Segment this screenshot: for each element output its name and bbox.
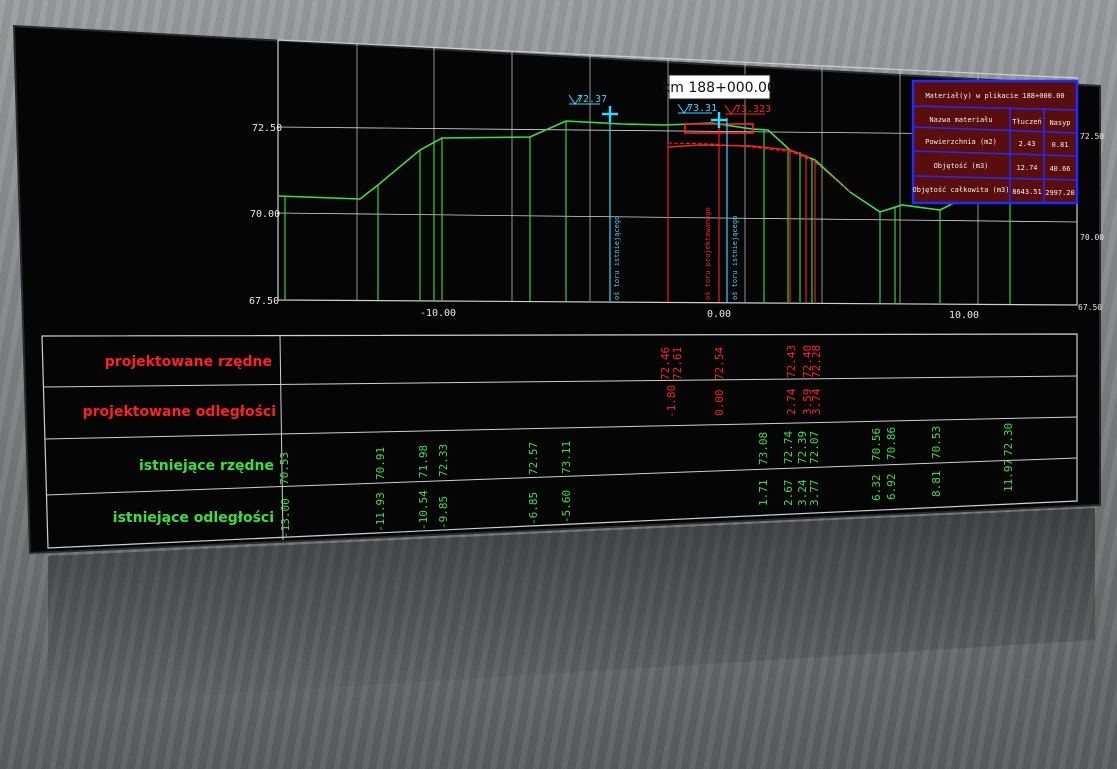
x-label-0: 0.00 [707,309,731,320]
band-label-projected-distances: projektowane odległości [83,404,276,420]
proj-elev-3: 72.54 [713,347,726,380]
axis-label-projected: oś toru projektowanego [704,207,712,300]
exist-dist-7: 1.71 [757,480,770,507]
exist-elev-2: 70.91 [374,447,387,480]
x-label-10: 10.00 [949,310,979,321]
table-row3-name: Objętość całkowita (m3) [913,186,1010,194]
band-label-existing-elevations: istniejące rzędne [139,458,274,474]
marker-73-31-label: 73.31 [687,103,717,114]
table-title: Materiał(y) w plikacie 188+000.00 [925,92,1064,100]
exist-elev-5: 72.57 [527,442,540,475]
exist-elev-6: 73.11 [560,441,573,474]
marker-72-37-label: 72.37 [577,94,607,105]
materials-table: Materiał(y) w plikacie 188+000.00 Nazwa … [911,79,1079,205]
proj-dist-5: 3.74 [810,388,823,415]
table-header-col1: Tłuczeń [1012,118,1042,126]
exist-dist-8: 2.67 [782,480,795,507]
x-label-minus-10: -10.00 [420,308,456,319]
exist-elev-3: 71.98 [417,445,430,478]
profile-board: 72.37 73.31 73.323 km 188+000.00 oś toru… [12,24,1104,705]
exist-dist-2: -11.93 [374,492,387,532]
exist-elev-14: 72.30 [1002,423,1015,456]
table-header-name: Nazwa materiału [929,116,992,124]
exist-elev-4: 72.33 [437,444,450,477]
exist-dist-10: 3.77 [808,480,821,507]
table-header-col2: Nasyp [1049,119,1070,127]
exist-elev-8: 72.74 [782,431,795,464]
station-label: km 188+000.00 [662,80,776,96]
table-row3-col1: 8643.51 [1012,188,1042,196]
exist-elev-13: 70.53 [930,426,943,459]
y-label-72-50: 72.50 [252,123,282,134]
exist-elev-12: 70.86 [885,427,898,460]
marker-73-323-label: 73.323 [735,104,771,115]
proj-dist-3: 2.74 [785,388,798,415]
y-label-70-00: 70.00 [250,209,280,220]
table-row2-name: Objętość (m3) [934,162,989,170]
band-label-existing-distances: istniejące odległości [113,510,274,526]
exist-elev-10: 72.07 [808,431,821,464]
proj-dist-1: -1.80 [665,385,678,418]
exist-dist-4: -9.85 [437,496,450,529]
y-label-67-50: 67.50 [249,296,279,307]
exist-dist-12: 6.92 [885,474,898,501]
proj-elev-2: 72.61 [671,347,684,380]
exist-dist-11: 6.32 [870,475,883,502]
exist-dist-14: 11.97 [1002,459,1015,492]
y-label-right-70-00: 70.00 [1080,233,1104,242]
exist-elev-7: 73.08 [757,432,770,465]
table-row1-col1: 2.43 [1019,140,1036,148]
proj-elev-6: 72.28 [810,345,823,378]
exist-elev-1: 70.53 [278,452,291,485]
exist-dist-3: -10.54 [417,490,430,530]
band-label-projected-elevations: projektowane rzędne [105,354,272,370]
table-row1-name: Powierzchnia (m2) [925,138,997,146]
exist-dist-6: -5.60 [560,490,573,523]
table-row1-col2: 0.81 [1052,141,1069,149]
exist-dist-13: 8.81 [930,471,943,498]
y-label-right-72-50: 72.50 [1080,132,1104,141]
y-label-right-67-50: 67.50 [1078,303,1102,312]
exist-elev-11: 70.56 [870,428,883,461]
exist-dist-5: -6.85 [527,492,540,525]
table-row2-col2: 40.66 [1049,165,1070,173]
proj-dist-2: 0.00 [713,390,726,417]
table-row2-col1: 12.74 [1016,164,1037,172]
axis-label-existing-right: oś toru istniejącego [731,216,739,300]
table-row3-col2: 2997.20 [1045,189,1075,197]
proj-elev-4: 72.43 [785,345,798,378]
axis-label-existing-left: oś toru istniejącego [613,216,621,300]
exist-dist-1: -13.00 [279,498,292,538]
